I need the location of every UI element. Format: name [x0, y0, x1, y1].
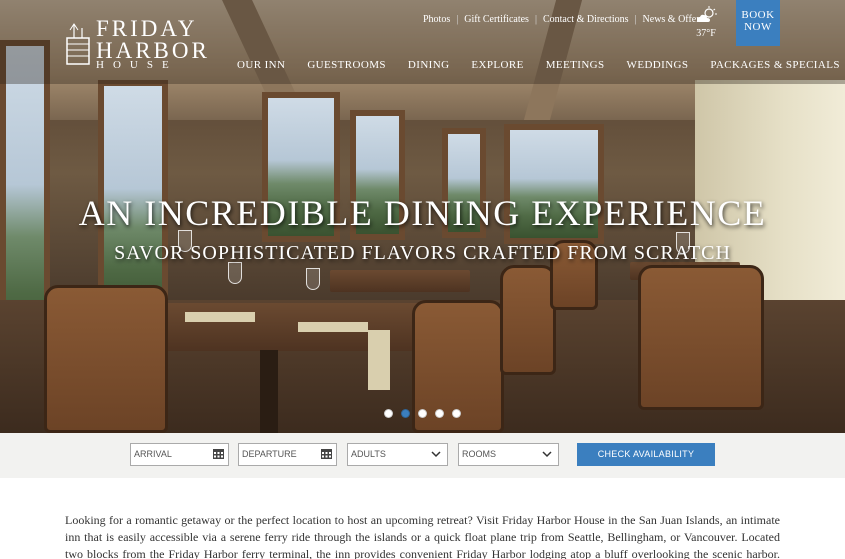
- book-now-line-1: BOOK: [741, 9, 775, 21]
- departure-placeholder: DEPARTURE: [242, 449, 297, 459]
- weather-widget: 37°F: [696, 6, 718, 39]
- weather-temperature: 37°F: [696, 28, 716, 39]
- adults-select[interactable]: ADULTS: [347, 443, 448, 466]
- logo-line-3: HOUSE: [96, 59, 178, 71]
- slider-dot[interactable]: [452, 409, 461, 418]
- nav-meetings[interactable]: MEETINGS: [546, 59, 605, 71]
- slider-dot[interactable]: [435, 409, 444, 418]
- util-separator: |: [534, 14, 537, 25]
- arrival-date-field[interactable]: ARRIVAL: [130, 443, 229, 466]
- rooms-label: ROOMS: [462, 449, 497, 459]
- book-now-line-2: NOW: [744, 21, 772, 33]
- napkin: [298, 322, 368, 332]
- napkin: [368, 330, 390, 390]
- util-separator: |: [456, 14, 459, 25]
- partly-cloudy-icon: [697, 6, 717, 22]
- slider-dots: [384, 409, 469, 418]
- hero-slider: FRIDAY HARBOR HOUSE Photos | Gift Certif…: [0, 0, 845, 433]
- chevron-down-icon: [431, 451, 441, 458]
- armchair: [44, 285, 168, 433]
- slider-dot[interactable]: [384, 409, 393, 418]
- nav-dining[interactable]: DINING: [408, 59, 450, 71]
- hero-subtitle: SAVOR SOPHISTICATED FLAVORS CRAFTED FROM…: [114, 242, 731, 264]
- adults-label: ADULTS: [351, 449, 386, 459]
- armchair: [500, 265, 556, 375]
- book-now-button[interactable]: BOOK NOW: [736, 0, 780, 46]
- intro-paragraph: Looking for a romantic getaway or the pe…: [65, 513, 780, 559]
- nav-our-inn[interactable]: OUR INN: [237, 59, 285, 71]
- slider-dot[interactable]: [418, 409, 427, 418]
- calendar-icon[interactable]: [321, 449, 332, 459]
- rooms-select[interactable]: ROOMS: [458, 443, 559, 466]
- lighthouse-logo-icon: [66, 23, 90, 65]
- chevron-down-icon: [542, 451, 552, 458]
- nav-weddings[interactable]: WEDDINGS: [627, 59, 689, 71]
- napkin: [185, 312, 255, 322]
- util-link-photos[interactable]: Photos: [423, 14, 450, 25]
- wine-glass: [228, 262, 242, 284]
- nav-packages-specials[interactable]: PACKAGES & SPECIALS: [710, 59, 839, 71]
- util-link-news[interactable]: News & Offers: [643, 14, 704, 25]
- booking-bar: ARRIVAL DEPARTURE ADULTS ROOMS CHECK AVA…: [0, 433, 845, 478]
- utility-links: Photos | Gift Certificates | Contact & D…: [423, 14, 703, 25]
- util-link-gift-certificates[interactable]: Gift Certificates: [464, 14, 529, 25]
- wine-glass: [306, 268, 320, 290]
- table-leg: [260, 350, 278, 433]
- hero-title: AN INCREDIBLE DINING EXPERIENCE: [78, 193, 767, 233]
- calendar-icon[interactable]: [213, 449, 224, 459]
- check-availability-button[interactable]: CHECK AVAILABILITY: [577, 443, 715, 466]
- util-separator: |: [634, 14, 637, 25]
- util-link-contact[interactable]: Contact & Directions: [543, 14, 629, 25]
- main-nav: OUR INN GUESTROOMS DINING EXPLORE MEETIN…: [237, 59, 840, 71]
- nav-guestrooms[interactable]: GUESTROOMS: [307, 59, 386, 71]
- arrival-placeholder: ARRIVAL: [134, 449, 172, 459]
- armchair: [638, 265, 764, 410]
- slider-dot-active[interactable]: [401, 409, 410, 418]
- nav-explore[interactable]: EXPLORE: [471, 59, 523, 71]
- departure-date-field[interactable]: DEPARTURE: [238, 443, 337, 466]
- dining-table: [330, 270, 470, 292]
